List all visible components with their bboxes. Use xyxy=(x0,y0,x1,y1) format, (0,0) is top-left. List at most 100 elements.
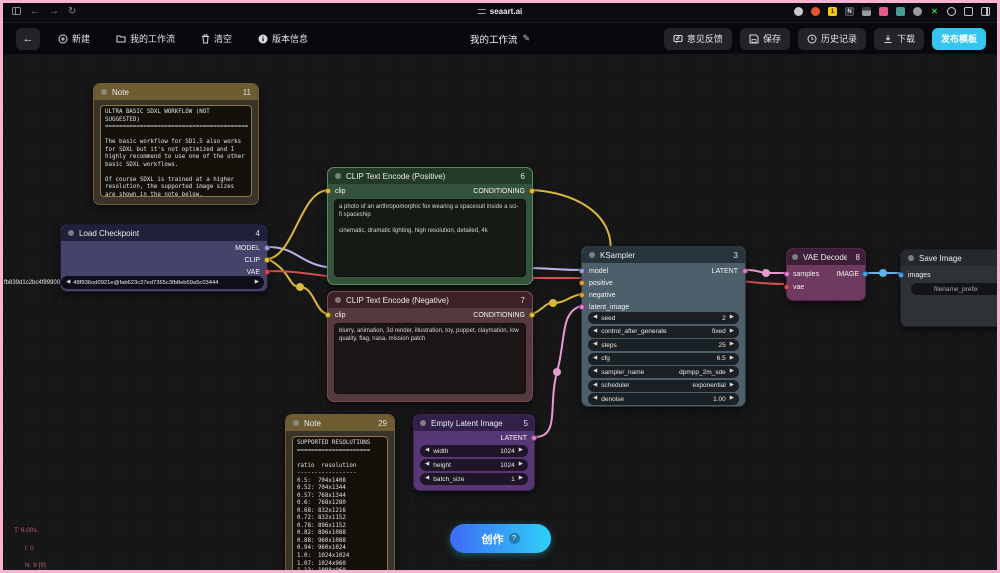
decrement-arrow-icon[interactable]: ◀ xyxy=(425,476,429,482)
node-load-checkpoint[interactable]: Load Checkpoint 4 MODEL CLIP VAE fb839d1… xyxy=(4,224,270,292)
latent-port-icon[interactable] xyxy=(579,304,585,310)
node-note-top[interactable]: Note 11 ULTRA BASIC SDXL WORKFLOW (NOT S… xyxy=(93,83,259,205)
clip-port-icon[interactable] xyxy=(264,257,270,263)
back-button[interactable]: ← xyxy=(16,27,40,50)
vae-port-icon[interactable] xyxy=(264,269,270,275)
clear-button[interactable]: 清空 xyxy=(193,28,240,49)
sidebar-toggle-icon[interactable] xyxy=(12,7,21,15)
my-workflows-button[interactable]: 我的工作流 xyxy=(108,28,183,49)
widget-width[interactable]: ◀ width 1024 ▶ xyxy=(420,445,528,457)
conditioning-port-icon[interactable] xyxy=(579,280,585,286)
feedback-button[interactable]: 意见反馈 xyxy=(663,27,732,50)
version-info-button[interactable]: 版本信息 xyxy=(250,28,316,49)
note-text[interactable]: ULTRA BASIC SDXL WORKFLOW (NOT SUGGESTED… xyxy=(100,105,252,197)
create-button[interactable]: 创作 ? xyxy=(450,524,551,553)
node-vae-decode[interactable]: VAE Decode 8 samples vae IMAGE xyxy=(784,248,868,301)
extension-icon[interactable]: 1 xyxy=(828,7,837,16)
collapse-icon[interactable] xyxy=(293,420,299,426)
extension-icon[interactable] xyxy=(879,7,888,16)
increment-arrow-icon[interactable]: ▶ xyxy=(730,382,734,389)
ckpt-name-widget[interactable]: fb839d1c2bc4f99900 ◀ 48f936od0921e@fab62… xyxy=(4,276,264,289)
input-images[interactable]: images xyxy=(898,270,931,280)
widget-seed[interactable]: ◀ seed 2 ▶ xyxy=(588,312,739,324)
input-negative[interactable]: negative xyxy=(579,290,615,300)
output-latent[interactable]: LATENT xyxy=(501,433,537,443)
output-conditioning[interactable]: CONDITIONING xyxy=(473,310,535,320)
node-clip-positive[interactable]: CLIP Text Encode (Positive) 6 clip CONDI… xyxy=(325,167,535,285)
decrement-arrow-icon[interactable]: ◀ xyxy=(593,328,597,335)
address-bar[interactable]: seaart.ai xyxy=(477,0,522,23)
save-button[interactable]: 保存 xyxy=(739,27,790,50)
collapse-icon[interactable] xyxy=(68,230,74,236)
input-latent-image[interactable]: latent_image xyxy=(579,302,629,312)
input-clip[interactable]: clip xyxy=(325,186,346,196)
latent-port-icon[interactable] xyxy=(742,268,748,274)
vae-port-icon[interactable] xyxy=(784,284,790,290)
extension-icon[interactable] xyxy=(896,7,905,16)
increment-arrow-icon[interactable]: ▶ xyxy=(519,476,523,482)
node-empty-latent[interactable]: Empty Latent Image 5 LATENT ◀ width 1024… xyxy=(413,414,537,491)
decrement-arrow-icon[interactable]: ◀ xyxy=(425,462,429,468)
node-clip-negative[interactable]: CLIP Text Encode (Negative) 7 clip CONDI… xyxy=(325,291,535,402)
widget-cfg[interactable]: ◀ cfg 6.5 ▶ xyxy=(588,352,739,365)
output-image[interactable]: IMAGE xyxy=(836,269,868,279)
collapse-icon[interactable] xyxy=(589,252,595,258)
profile-avatar-icon[interactable] xyxy=(947,7,956,16)
input-clip[interactable]: clip xyxy=(325,310,346,320)
output-model[interactable]: MODEL xyxy=(235,243,270,253)
input-positive[interactable]: positive xyxy=(579,278,613,288)
widget-height[interactable]: ◀ height 1024 ▶ xyxy=(420,459,528,471)
widget-batch-size[interactable]: ◀ batch_size 1 ▶ xyxy=(420,473,528,485)
node-ksampler[interactable]: KSampler 3 model positive negative laten… xyxy=(579,246,748,407)
increment-arrow-icon[interactable]: ▶ xyxy=(519,448,523,454)
new-workflow-button[interactable]: 新建 xyxy=(50,28,98,49)
decrement-arrow-icon[interactable]: ◀ xyxy=(593,355,597,362)
collapse-icon[interactable] xyxy=(792,254,798,260)
output-latent[interactable]: LATENT xyxy=(712,266,748,276)
edit-title-icon[interactable]: ✎ xyxy=(522,33,530,44)
conditioning-port-icon[interactable] xyxy=(579,292,585,298)
input-model[interactable]: model xyxy=(579,266,608,276)
extension-icon[interactable]: N xyxy=(845,7,854,16)
widget-control-after-generate[interactable]: ◀ control_after_generate fixed ▶ xyxy=(588,325,739,338)
collapse-icon[interactable] xyxy=(101,89,107,95)
widget-sampler-name[interactable]: ◀ sampler_name dpmpp_2m_sde ▶ xyxy=(588,366,739,378)
extensions-menu-icon[interactable] xyxy=(964,7,973,16)
node-canvas[interactable]: Note 11 ULTRA BASIC SDXL WORKFLOW (NOT S… xyxy=(0,54,1000,573)
conditioning-port-icon[interactable] xyxy=(529,312,535,318)
clip-port-icon[interactable] xyxy=(325,188,331,194)
history-button[interactable]: 历史记录 xyxy=(797,27,866,50)
collapse-icon[interactable] xyxy=(335,173,341,179)
collapse-icon[interactable] xyxy=(908,255,914,261)
decrement-arrow-icon[interactable]: ◀ xyxy=(425,448,429,454)
next-arrow-icon[interactable]: ▶ xyxy=(255,279,259,286)
latent-port-icon[interactable] xyxy=(784,271,790,277)
widget-scheduler[interactable]: ◀ scheduler exponential ▶ xyxy=(588,379,739,392)
back-nav-icon[interactable]: ← xyxy=(30,6,40,17)
node-save-image[interactable]: Save Image images filename_prefix xyxy=(898,249,1000,327)
prev-arrow-icon[interactable]: ◀ xyxy=(66,279,70,286)
input-vae[interactable]: vae xyxy=(784,282,804,292)
increment-arrow-icon[interactable]: ▶ xyxy=(519,462,523,468)
increment-arrow-icon[interactable]: ▶ xyxy=(730,355,734,362)
increment-arrow-icon[interactable]: ▶ xyxy=(730,342,734,348)
latent-port-icon[interactable] xyxy=(531,435,537,441)
decrement-arrow-icon[interactable]: ◀ xyxy=(593,315,597,321)
extension-icon[interactable] xyxy=(913,7,922,16)
widget-steps[interactable]: ◀ steps 25 ▶ xyxy=(588,339,739,351)
output-conditioning[interactable]: CONDITIONING xyxy=(473,186,535,196)
prompt-textarea[interactable]: a photo of an anthropomorphic fox wearin… xyxy=(334,199,526,277)
widget-denoise[interactable]: ◀ denoise 1.00 ▶ xyxy=(588,393,739,405)
extension-icon[interactable] xyxy=(811,7,820,16)
output-clip[interactable]: CLIP xyxy=(244,255,270,265)
decrement-arrow-icon[interactable]: ◀ xyxy=(593,382,597,389)
side-panel-icon[interactable] xyxy=(981,7,990,16)
reload-icon[interactable]: ↻ xyxy=(68,6,76,17)
collapse-icon[interactable] xyxy=(420,420,426,426)
note-text[interactable]: SUPPORTED RESOLUTIONS ==================… xyxy=(292,436,388,573)
image-port-icon[interactable] xyxy=(862,271,868,277)
extension-icon[interactable] xyxy=(794,7,803,16)
node-note-bottom[interactable]: Note 29 SUPPORTED RESOLUTIONS ==========… xyxy=(285,414,395,573)
forward-nav-icon[interactable]: → xyxy=(49,6,59,17)
decrement-arrow-icon[interactable]: ◀ xyxy=(593,369,597,375)
